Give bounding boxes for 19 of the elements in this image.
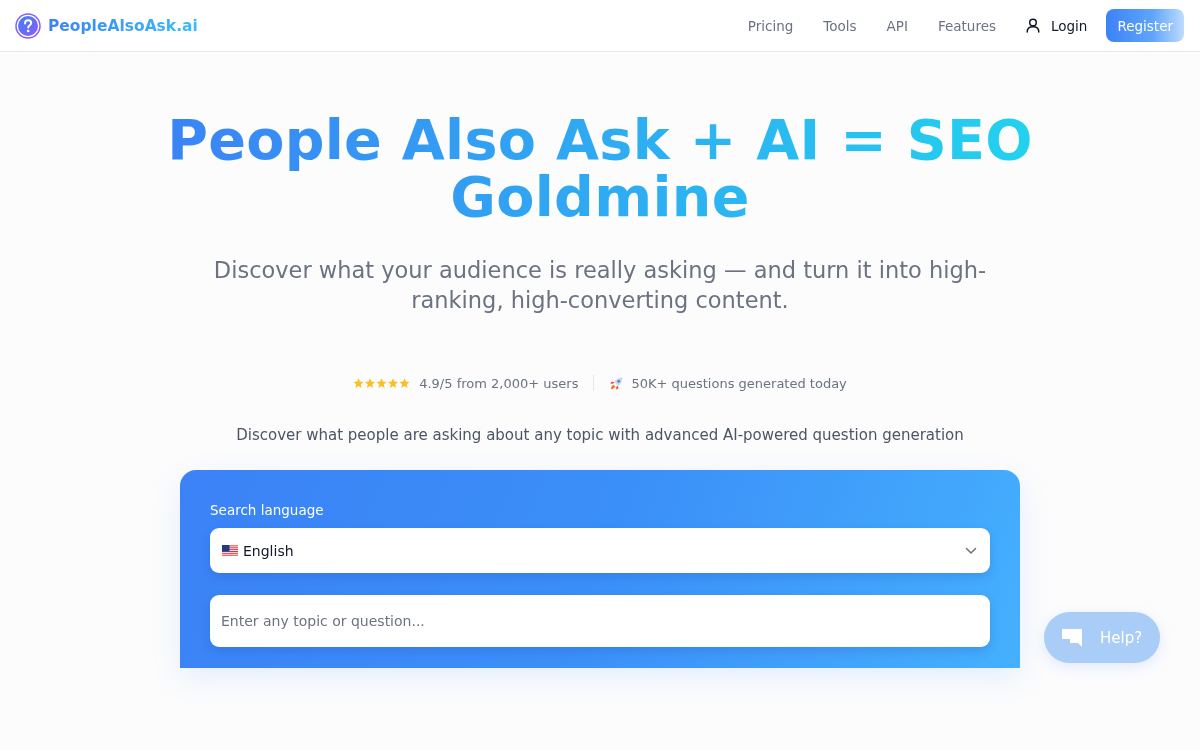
nav-link[interactable]: Tools bbox=[823, 17, 857, 34]
stat-text: 50K+ questions generated today bbox=[631, 375, 847, 391]
rocket-icon bbox=[609, 375, 625, 391]
register-button[interactable]: Register bbox=[1106, 9, 1184, 42]
nav-link[interactable]: API bbox=[886, 17, 908, 34]
user-icon bbox=[1026, 18, 1040, 33]
language-select[interactable]: English bbox=[210, 528, 990, 573]
login-link[interactable]: Login bbox=[1026, 17, 1088, 34]
tagline: Discover what people are asking about any topic with advanced AI-powered question generation bbox=[236, 426, 964, 444]
hero-subtitle: Discover what your audience is really asking — and turn it into high-ranking, high-converting content. bbox=[212, 256, 988, 315]
chevron-down-icon bbox=[965, 546, 977, 555]
logo-text[interactable]: PeopleAlsoAsk.ai bbox=[48, 16, 198, 35]
nav-link[interactable]: Pricing bbox=[747, 17, 794, 34]
field-label: Search language bbox=[210, 502, 325, 518]
flag-icon bbox=[222, 544, 238, 557]
nav-link[interactable]: Features bbox=[937, 17, 996, 34]
stat-text: 4.9/5 from 2,000+ users bbox=[419, 375, 579, 391]
logo-icon[interactable] bbox=[15, 12, 41, 39]
topic-input[interactable]: Enter any topic or question... bbox=[210, 595, 990, 647]
